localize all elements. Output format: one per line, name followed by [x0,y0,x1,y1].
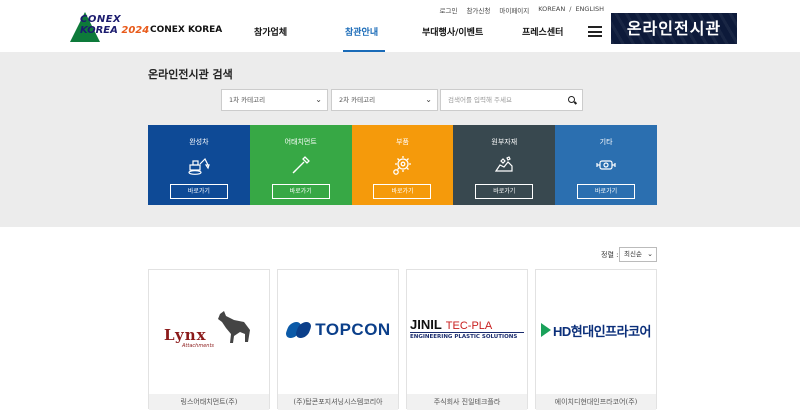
category1-value: 1차 카테고리 [229,96,266,104]
sort-label: 정렬 : [601,251,619,259]
exhibitor-logo: TOPCON [278,270,398,390]
mypage-link[interactable]: 마이페이지 [499,5,529,15]
online-exhibition-banner[interactable]: 온라인전시관 [611,13,737,44]
exhibitor-card[interactable]: HD현대인프라코어 에이치디현대인프라코어(주) [535,269,657,410]
exhibitor-name: 링스어태치먼트(주) [149,394,269,410]
jinil-logo-sub: ENGINEERING PLASTIC SOLUTIONS [410,334,518,340]
category-name: 기타 [599,138,613,146]
nav-exhibitors[interactable]: 참가업체 [254,25,287,38]
exhibitor-logo: JINIL TEC-PLA ENGINEERING PLASTIC SOLUTI… [407,270,527,390]
attachment-icon [292,156,310,174]
category-go-button[interactable]: 바로가기 [169,184,228,199]
conex-korea-logo[interactable]: CONEX KOREA 2024 [66,6,149,44]
category-tile-materials[interactable]: 원부자재 바로가기 [453,125,556,205]
logo-divider [410,332,524,333]
exhibitor-name: 에이치디현대인프라코어(주) [536,394,656,410]
keyword-placeholder: 검색어를 입력해 주세요 [448,96,512,104]
exhibitor-name: 주식회사 진일테크플라 [407,394,527,410]
logo-line2-text: KOREA [80,25,118,36]
search-icon[interactable] [568,96,575,103]
category2-select[interactable]: 2차 카테고리 ⌄ [331,89,438,111]
exhibitor-card[interactable]: Lynx Attachments 링스어태치먼트(주) [148,269,270,410]
category-tile-attachments[interactable]: 어태치먼트 바로가기 [249,125,352,205]
banner-text: 온라인전시관 [626,19,722,38]
search-title: 온라인전시관 검색 [148,68,233,81]
login-link[interactable]: 로그인 [439,5,457,15]
jinil-logo-text: JINIL [410,317,442,332]
logo-year: 2024 [121,25,150,36]
hd-arrow-icon [541,323,551,337]
lang-divider: / [569,5,572,13]
category-go-button[interactable]: 바로가기 [475,184,534,199]
topcon-logo-text: TOPCON [315,320,391,339]
category-name: 완성차 [189,138,209,146]
category-tile-parts[interactable]: 부품 바로가기 [351,125,454,205]
category-go-button[interactable]: 바로가기 [577,184,636,199]
lynx-logo-sub: Attachments [182,343,215,349]
materials-icon [495,156,513,172]
parts-icon [596,160,616,170]
korean-link[interactable]: KOREAN [538,5,565,15]
category2-value: 2차 카테고리 [339,96,376,104]
exhibitor-name: (주)탑콘포지셔닝시스템코리아 [278,394,398,410]
lynx-cat-icon [218,311,250,343]
jinil-logo-tag: TEC-PLA [445,320,493,332]
search-section: 온라인전시관 검색 1차 카테고리 ⌄ 2차 카테고리 ⌄ 검색어를 입력해 주… [0,52,800,227]
topcon-mark-icon [284,322,314,338]
exhibitor-logo: HD현대인프라코어 [536,270,656,390]
category-tile-others[interactable]: 기타 바로가기 [555,125,657,205]
category-go-button[interactable]: 바로가기 [373,184,432,199]
keyword-input[interactable]: 검색어를 입력해 주세요 [440,89,583,111]
category-tiles: 완성차 바로가기 어태치먼트 바로가기 부품 바로가기 원부자재 바로가기 기타… [148,125,657,205]
category-name: 어태치먼트 [284,138,317,146]
sort-value: 최신순 [624,250,642,258]
logo-line1: CONEX [80,14,122,25]
exhibitor-logo: Lynx Attachments [149,270,269,390]
utility-links: 로그인 참가신청 마이페이지 KOREAN / ENGLISH [439,5,604,15]
category-go-button[interactable]: 바로가기 [271,184,330,199]
nav-visitor-info[interactable]: 참관안내 [345,25,378,38]
excavator-icon [188,157,210,175]
nav-press-center[interactable]: 프레스센터 [522,25,563,38]
english-link[interactable]: ENGLISH [575,5,604,15]
site-header: CONEX KOREA 2024 로그인 참가신청 마이페이지 KOREAN /… [0,0,800,52]
gear-icon [393,156,412,175]
chevron-down-icon: ⌄ [647,250,653,258]
logo-line2: KOREA 2024 [80,25,149,36]
menu-icon[interactable] [588,26,602,37]
register-link[interactable]: 참가신청 [466,5,490,15]
exhibitor-card[interactable]: JINIL TEC-PLA ENGINEERING PLASTIC SOLUTI… [406,269,528,410]
exhibitor-card[interactable]: TOPCON (주)탑콘포지셔닝시스템코리아 [277,269,399,410]
chevron-down-icon: ⌄ [425,95,432,104]
category-name: 원부자재 [491,138,518,146]
nav-conex-korea[interactable]: CONEX KOREA [150,25,222,35]
sort-select[interactable]: 최신순 ⌄ [619,247,657,262]
nav-events[interactable]: 부대행사/이벤트 [422,25,483,38]
chevron-down-icon: ⌄ [315,95,322,104]
category-name: 부품 [396,138,409,146]
lynx-logo-text: Lynx [164,326,207,344]
category1-select[interactable]: 1차 카테고리 ⌄ [221,89,328,111]
category-tile-vehicles[interactable]: 완성차 바로가기 [148,125,250,205]
hd-logo-text: HD현대인프라코어 [553,323,652,339]
